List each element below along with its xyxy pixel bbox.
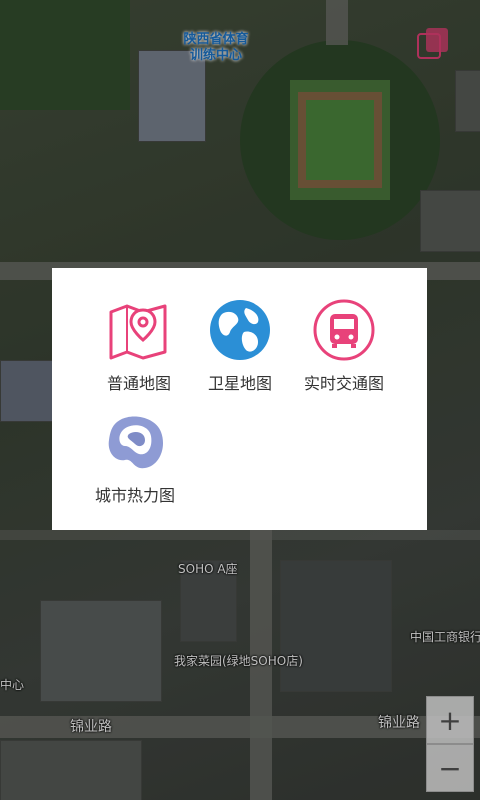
option-heatmap-label: 城市热力图 — [94, 486, 175, 505]
globe-icon — [208, 298, 272, 362]
option-traffic-map[interactable]: 实时交通图 — [289, 268, 399, 393]
bus-icon — [312, 298, 376, 362]
option-satellite-map-label: 卫星地图 — [207, 374, 272, 393]
option-normal-map[interactable]: 普通地图 — [84, 268, 194, 393]
option-heatmap[interactable]: 城市热力图 — [80, 380, 190, 505]
map-type-dialog: 普通地图 卫星地图 实时交通图 城市热力图 — [52, 268, 427, 530]
heatmap-blob-icon — [103, 410, 167, 474]
option-satellite-map[interactable]: 卫星地图 — [185, 268, 295, 393]
map-pin-icon — [107, 298, 171, 362]
option-traffic-map-label: 实时交通图 — [303, 374, 384, 393]
